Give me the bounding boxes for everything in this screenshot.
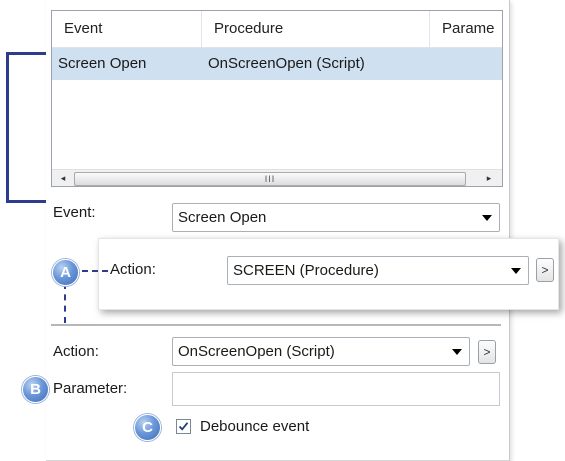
- scroll-right-button[interactable]: ▸: [480, 170, 498, 186]
- events-list[interactable]: Event Procedure Parame Screen Open OnScr…: [51, 10, 503, 187]
- scroll-thumb[interactable]: III: [74, 172, 466, 186]
- bracket-line-bottom: [6, 200, 50, 203]
- horizontal-scrollbar[interactable]: ◂ III ▸: [52, 169, 502, 186]
- callout-badge-b: B: [22, 376, 49, 403]
- scroll-grip-icon: III: [264, 174, 276, 184]
- parameter-input[interactable]: [172, 372, 500, 406]
- action-dropdown-value: OnScreenOpen (Script): [178, 343, 335, 360]
- callout-action-label: Action:: [110, 261, 156, 278]
- cell-parameter: [430, 48, 502, 80]
- callout-badge-c: C: [134, 414, 161, 441]
- cell-event: Screen Open: [58, 55, 147, 72]
- bracket-line: [6, 52, 9, 203]
- dropdown-arrow-icon: [452, 349, 462, 355]
- table-row[interactable]: Screen Open OnScreenOpen (Script): [52, 48, 502, 80]
- callout-action-value: SCREEN (Procedure): [233, 262, 379, 279]
- parameter-label: Parameter:: [53, 380, 128, 397]
- checkmark-icon: [178, 422, 189, 431]
- divider: [51, 324, 501, 326]
- callout-connector-horizontal: [82, 270, 108, 272]
- column-header-event[interactable]: Event: [52, 11, 202, 47]
- action-dropdown[interactable]: OnScreenOpen (Script): [172, 337, 470, 366]
- debounce-checkbox[interactable]: [176, 419, 191, 434]
- action-more-button[interactable]: >: [478, 340, 496, 364]
- event-label: Event:: [53, 204, 96, 221]
- dropdown-arrow-icon: [482, 215, 492, 221]
- callout-more-button[interactable]: >: [536, 258, 554, 282]
- callout-badge-a: A: [52, 259, 79, 286]
- scroll-left-button[interactable]: ◂: [54, 170, 72, 186]
- debounce-label[interactable]: Debounce event: [200, 418, 309, 435]
- cell-procedure: OnScreenOpen (Script): [208, 55, 365, 72]
- column-header-procedure[interactable]: Procedure: [202, 11, 430, 47]
- callout-action-dropdown[interactable]: SCREEN (Procedure): [227, 256, 529, 285]
- list-header: Event Procedure Parame: [52, 11, 502, 48]
- event-dropdown-value: Screen Open: [178, 209, 267, 226]
- column-header-parameter[interactable]: Parame: [430, 11, 502, 47]
- event-dropdown[interactable]: Screen Open: [172, 203, 500, 232]
- bracket-line-top: [6, 52, 50, 55]
- dropdown-arrow-icon: [511, 268, 521, 274]
- action-label: Action:: [53, 343, 99, 360]
- callout-connector-vertical: [64, 283, 66, 323]
